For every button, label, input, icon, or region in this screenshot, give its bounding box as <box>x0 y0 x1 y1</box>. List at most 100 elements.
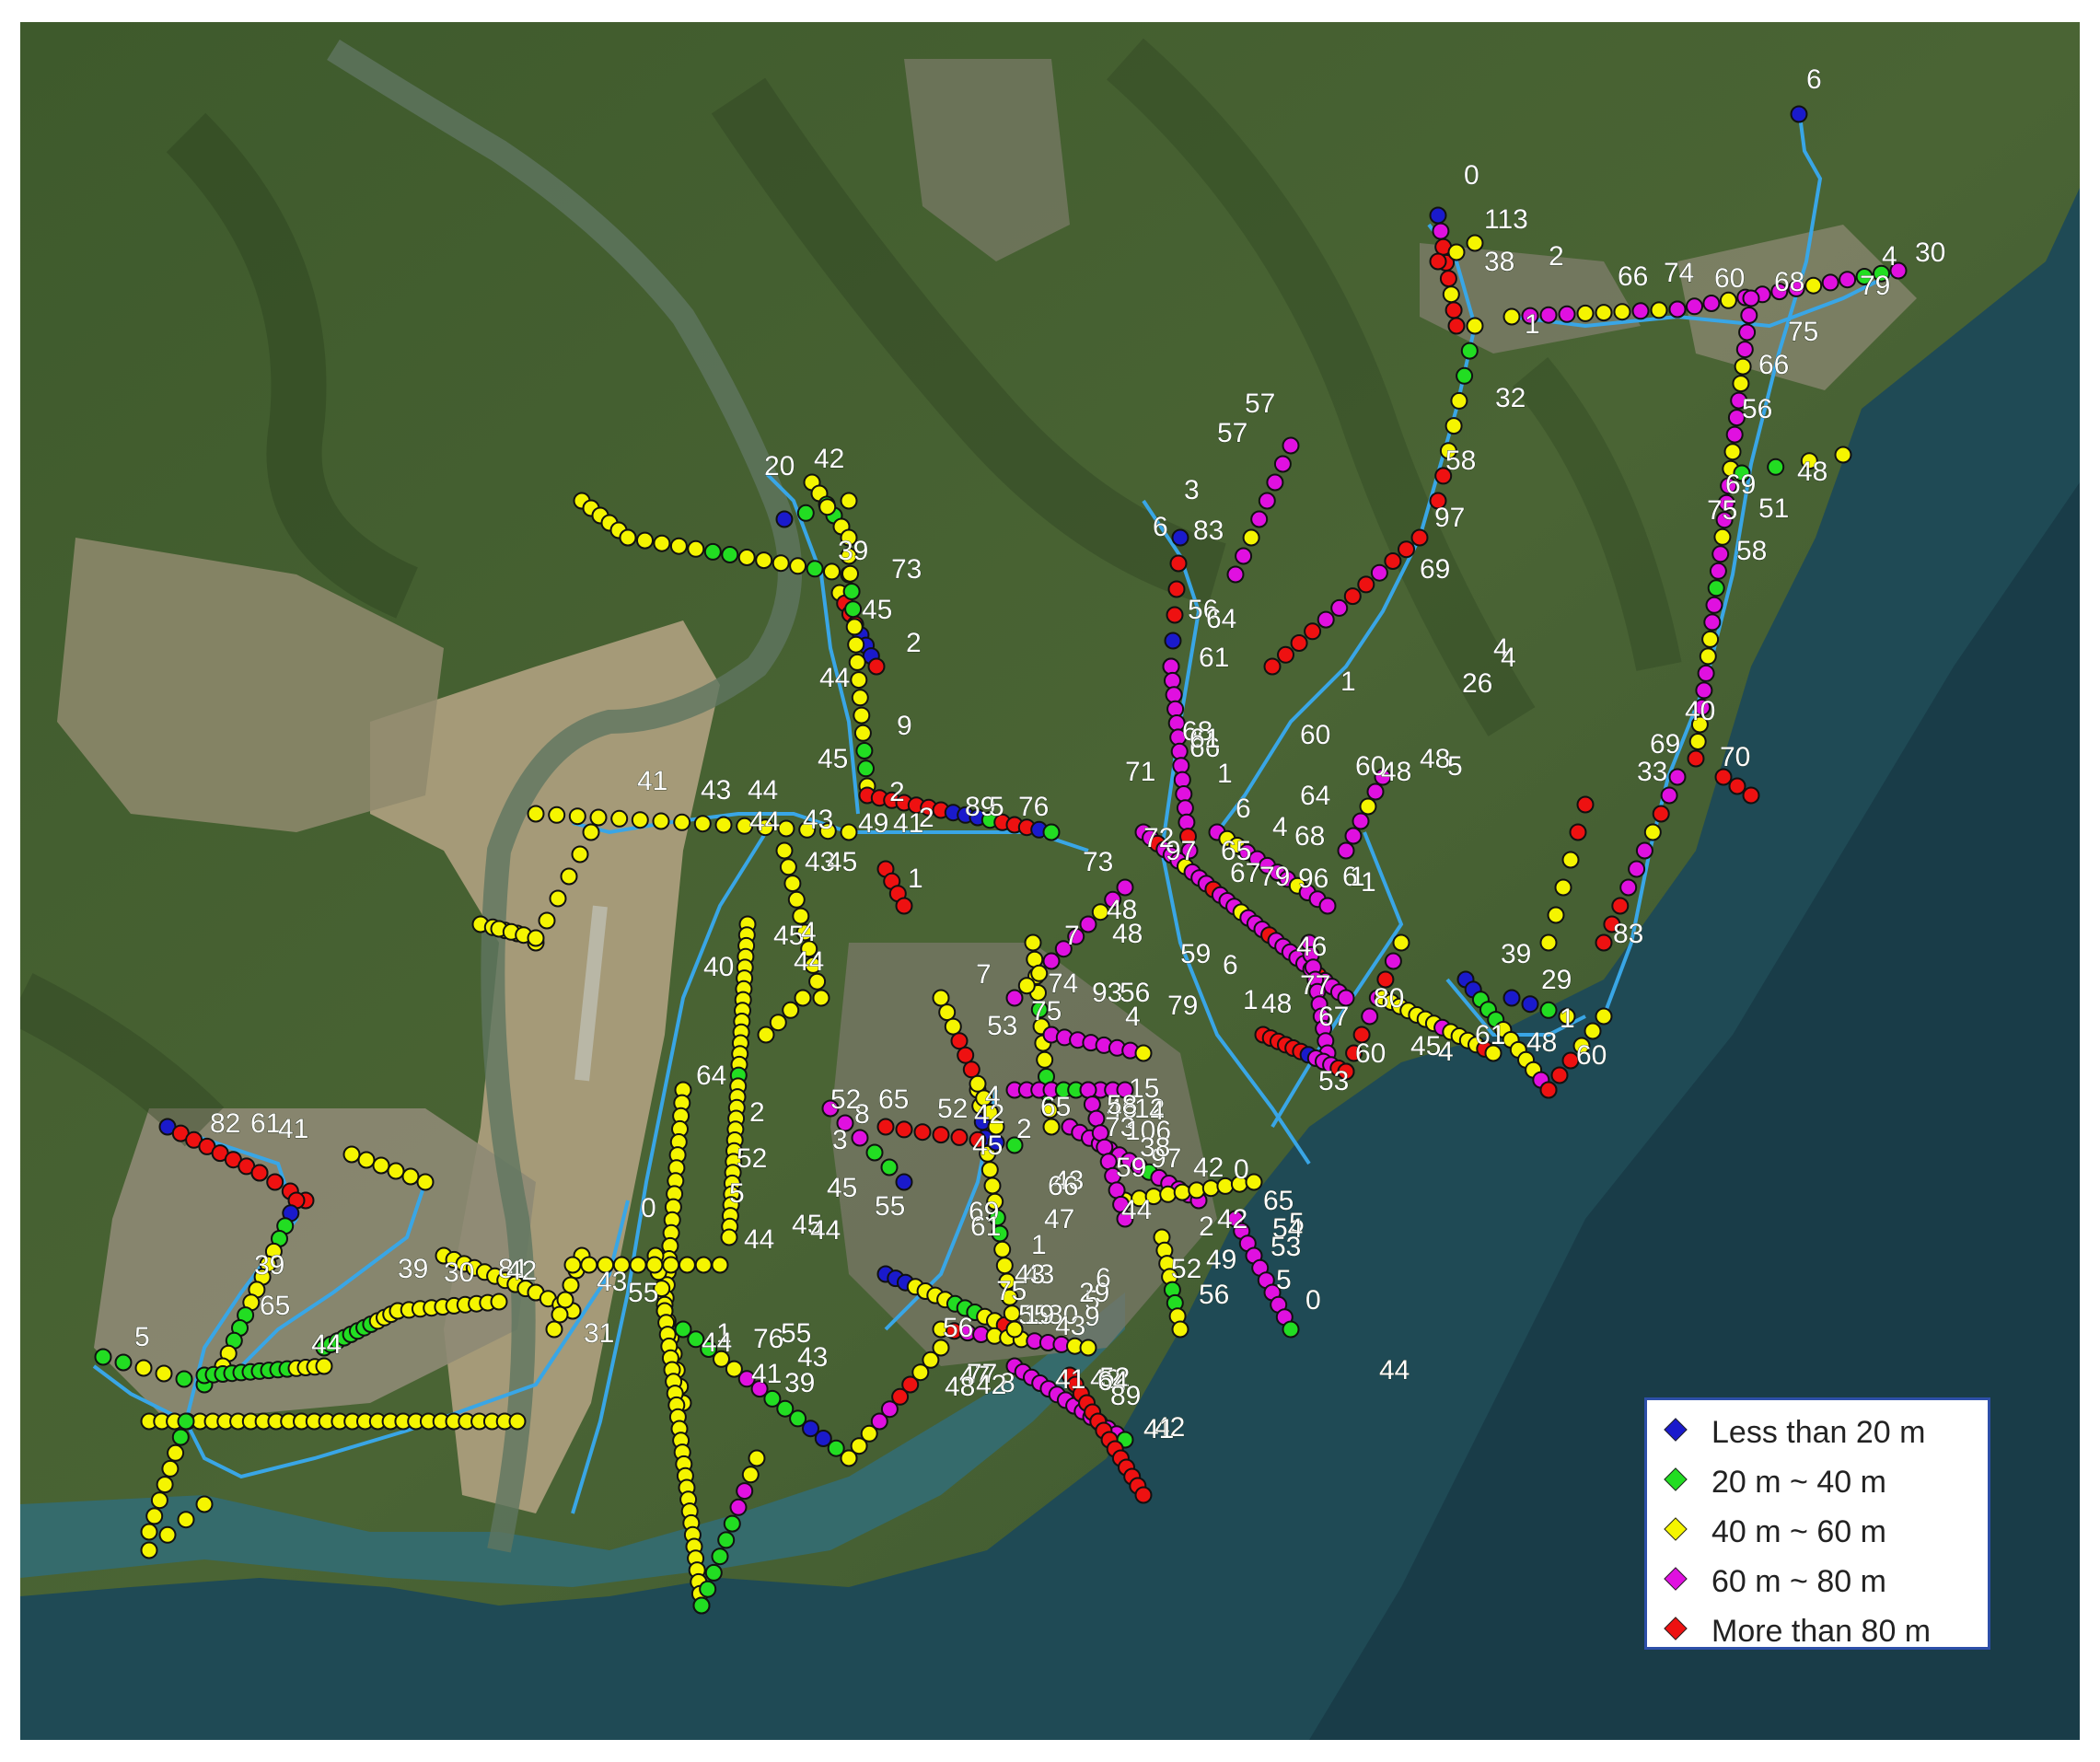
point-distance-label: 83 <box>1193 516 1224 546</box>
measurement-point-marker <box>772 554 790 573</box>
measurement-point-marker <box>1713 527 1732 546</box>
point-distance-label: 75 <box>1707 495 1737 526</box>
measurement-point-marker <box>1176 799 1194 817</box>
point-distance-label: 39 <box>838 536 868 566</box>
measurement-point-marker <box>851 1129 869 1147</box>
point-distance-label: 44 <box>1121 1195 1152 1225</box>
measurement-point-marker <box>150 1491 168 1510</box>
measurement-point-marker <box>806 560 824 578</box>
point-distance-label: 55 <box>875 1191 905 1222</box>
point-distance-label: 75 <box>1031 996 1062 1026</box>
measurement-point-marker <box>1635 841 1653 860</box>
point-distance-label: 2 <box>919 803 934 833</box>
point-distance-label: 2 <box>906 628 922 658</box>
point-distance-label: 45 <box>1410 1031 1441 1061</box>
measurement-point-marker <box>568 807 586 826</box>
measurement-point-marker <box>94 1348 112 1366</box>
measurement-point-marker <box>980 1161 999 1179</box>
point-distance-label: 66 <box>1048 1171 1078 1201</box>
measurement-point-marker <box>1429 252 1447 271</box>
legend-item-gt80: More than 80 m <box>1647 1605 1988 1654</box>
point-distance-label: 61 <box>970 1211 1001 1242</box>
measurement-point-marker <box>1466 317 1484 335</box>
point-distance-label: 4 <box>1438 1037 1454 1067</box>
measurement-point-marker <box>1242 528 1260 547</box>
point-distance-label: 44 <box>1379 1355 1410 1385</box>
point-distance-label: 41 <box>1055 1364 1085 1395</box>
measurement-point-marker <box>563 1256 582 1274</box>
measurement-point-marker <box>717 1531 736 1549</box>
measurement-point-marker <box>944 1017 962 1036</box>
point-distance-label: 1 <box>1350 862 1365 892</box>
point-distance-label: 5 <box>1276 1265 1292 1295</box>
measurement-point-marker <box>1521 995 1539 1014</box>
measurement-point-marker <box>1558 305 1576 323</box>
measurement-point-marker <box>171 1428 190 1446</box>
measurement-point-marker <box>1266 473 1284 492</box>
measurement-point-marker <box>841 564 859 583</box>
measurement-point-marker <box>140 1523 158 1541</box>
measurement-point-marker <box>950 1032 969 1050</box>
measurement-point-marker <box>1619 878 1638 897</box>
measurement-point-marker <box>1343 587 1362 606</box>
measurement-point-marker <box>694 1256 713 1274</box>
measurement-point-marker <box>1304 622 1322 641</box>
point-distance-label: 55 <box>628 1278 658 1308</box>
point-distance-label: 45 <box>972 1130 1003 1161</box>
measurement-point-marker <box>895 1120 913 1139</box>
point-distance-label: 4 <box>1125 1002 1141 1032</box>
point-distance-label: 43 <box>597 1267 627 1297</box>
measurement-point-marker <box>1277 645 1294 664</box>
measurement-point-marker <box>1742 289 1760 307</box>
point-distance-label: 64 <box>1206 604 1236 634</box>
measurement-point-marker <box>1330 598 1349 617</box>
point-distance-label: 53 <box>1318 1066 1349 1096</box>
point-distance-label: 44 <box>748 775 778 806</box>
measurement-point-marker <box>932 989 950 1007</box>
measurement-point-marker <box>1079 915 1097 933</box>
measurement-point-marker <box>1539 933 1558 952</box>
point-distance-label: 6 <box>1806 64 1822 95</box>
point-distance-label: 42 <box>976 1370 1006 1400</box>
measurement-point-marker <box>673 813 691 831</box>
measurement-point-marker <box>812 989 830 1007</box>
measurement-point-marker <box>662 1256 680 1274</box>
point-distance-label: 69 <box>1420 554 1450 585</box>
point-distance-label: 39 <box>254 1250 284 1281</box>
legend-item-20-40: 20 m ~ 40 m <box>1647 1455 1988 1505</box>
point-distance-label: 79 <box>1860 271 1890 301</box>
point-distance-label: 64 <box>696 1061 726 1091</box>
measurement-point-marker <box>1839 271 1857 289</box>
measurement-point-marker <box>156 1476 174 1494</box>
measurement-point-marker <box>895 897 913 915</box>
measurement-point-marker <box>1547 906 1565 924</box>
point-distance-label: 57 <box>1217 418 1247 448</box>
point-distance-label: 82 <box>210 1108 240 1139</box>
measurement-point-marker <box>538 911 556 930</box>
measurement-point-marker <box>1576 795 1595 814</box>
measurement-point-marker <box>678 1256 696 1274</box>
point-distance-label: 44 <box>810 1215 841 1246</box>
green-diamond-icon <box>1664 1467 1688 1491</box>
measurement-point-marker <box>782 1001 800 1019</box>
point-distance-label: 76 <box>1018 792 1049 822</box>
measurement-point-marker <box>1258 492 1276 510</box>
point-distance-label: 40 <box>703 952 734 982</box>
measurement-point-marker <box>1539 1081 1558 1099</box>
measurement-point-marker <box>1725 425 1744 444</box>
point-distance-label: 19 <box>1024 1300 1054 1330</box>
measurement-point-marker <box>556 1291 574 1309</box>
point-distance-label: 45 <box>827 1173 857 1203</box>
blue-diamond-icon <box>1664 1418 1688 1442</box>
point-distance-label: 73 <box>891 554 922 585</box>
point-distance-label: 61 <box>250 1108 281 1139</box>
measurement-point-marker <box>1429 206 1447 225</box>
point-distance-label: 39 <box>784 1368 815 1398</box>
point-distance-label: 41 <box>1143 1414 1174 1444</box>
measurement-point-marker <box>1442 285 1460 304</box>
measurement-point-marker <box>1804 276 1823 295</box>
measurement-point-marker <box>1550 1066 1569 1084</box>
measurement-point-marker <box>721 546 739 563</box>
measurement-point-marker <box>723 1514 741 1533</box>
measurement-point-marker <box>1821 273 1839 292</box>
